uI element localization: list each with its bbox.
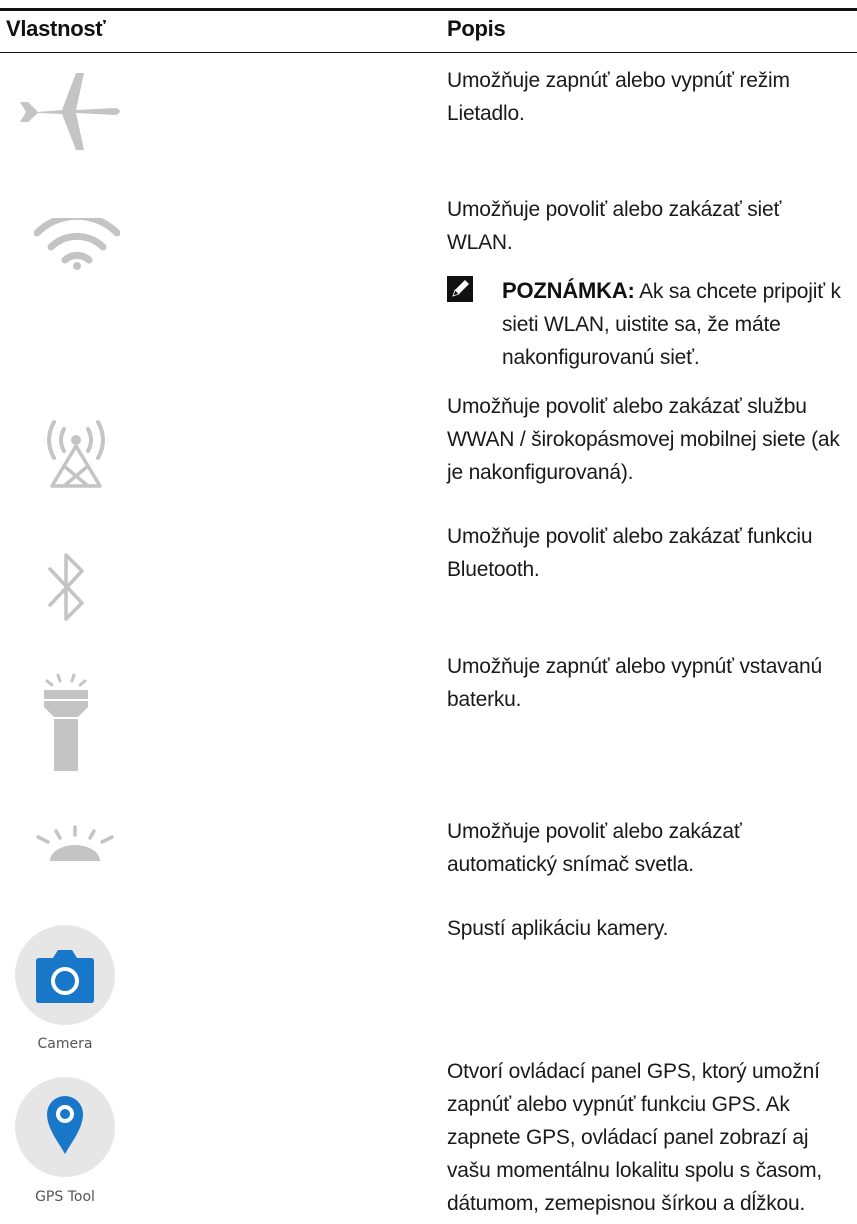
camera-app-tile [15, 925, 115, 1025]
camera-icon [36, 950, 94, 1003]
flashlight-icon [44, 673, 88, 771]
gps-tool-label: GPS Tool [35, 1189, 95, 1205]
gps-pin-icon [47, 1096, 83, 1154]
bluetooth-icon [48, 553, 84, 621]
airplane-icon [20, 73, 120, 150]
row-description: Otvorí ovládací panel GPS, ktorý umožní … [447, 1060, 823, 1215]
table-top-rule [0, 8, 857, 11]
row-description: Spustí aplikáciu kamery. [447, 917, 669, 940]
document-page: Vlastnosť Popis Umožňuje zapnúť alebo vy… [0, 0, 857, 1224]
cellular-antenna-icon [47, 420, 105, 488]
row-description: Umožňuje povoliť alebo zakázať automatic… [447, 820, 742, 876]
row-description: Umožňuje zapnúť alebo vypnúť režim Lieta… [447, 69, 790, 125]
table-header-rule [0, 52, 857, 53]
wifi-icon [34, 218, 120, 270]
note-label: POZNÁMKA: [502, 278, 635, 303]
brightness-sensor-icon [36, 825, 114, 861]
camera-label: Camera [37, 1036, 93, 1052]
note-text: POZNÁMKA: Ak sa chcete pripojiť k sieti … [502, 274, 847, 374]
header-description: Popis [447, 16, 506, 41]
gps-app-tile [15, 1077, 115, 1177]
pencil-icon [447, 276, 473, 302]
row-description: Umožňuje povoliť alebo zakázať funkciu B… [447, 525, 813, 581]
row-description: Umožňuje povoliť alebo zakázať službu WW… [447, 395, 840, 484]
row-description: Umožňuje povoliť alebo zakázať sieť WLAN… [447, 198, 782, 254]
header-property: Vlastnosť [6, 16, 106, 41]
row-description: Umožňuje zapnúť alebo vypnúť vstavanú ba… [447, 655, 822, 711]
